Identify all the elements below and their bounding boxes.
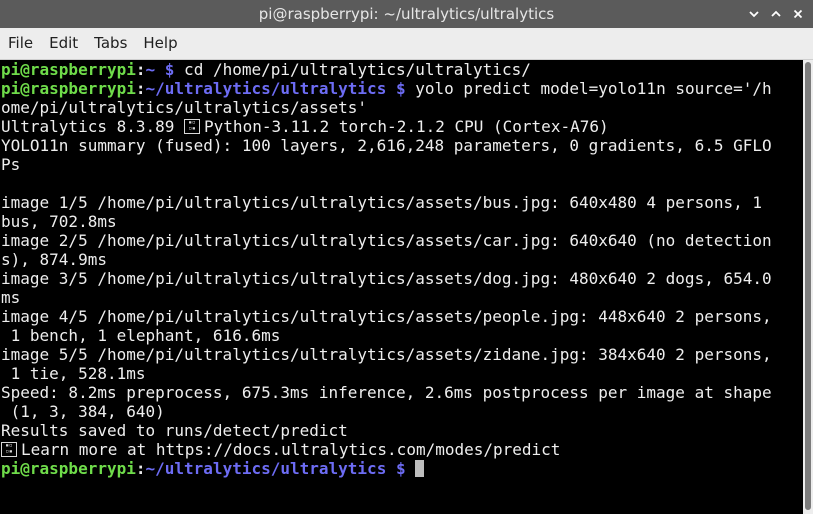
- output-line: Ultralytics 8.3.89 ▪▫ ▫▪ Python-3.11.2 tor…: [1, 117, 801, 136]
- env-text: Python-3.11.2 torch-2.1.2 CPU (Cortex-A7…: [204, 117, 609, 136]
- menu-edit[interactable]: Edit: [41, 28, 86, 59]
- prompt-dollar: $: [395, 459, 406, 478]
- chevron-up-icon: [771, 10, 781, 17]
- prompt-path: ~/ultralytics/ultralytics: [145, 459, 387, 478]
- prompt-line: pi@raspberrypi:~/ultralytics/ultralytics…: [1, 459, 801, 478]
- terminal-output[interactable]: pi@raspberrypi:~ $ cd /home/pi/ultralyti…: [0, 60, 803, 514]
- menu-bar: File Edit Tabs Help: [0, 28, 813, 60]
- window-controls: [743, 0, 809, 28]
- menu-help[interactable]: Help: [135, 28, 185, 59]
- output-line: ▪▫ ▫▪ Learn more at https://docs.ultralyti…: [1, 440, 801, 459]
- output-line: ome/pi/ultralytics/ultralytics/assets': [1, 98, 368, 117]
- vertical-scrollbar[interactable]: [803, 60, 813, 514]
- prompt-user-host: pi@raspberrypi: [1, 60, 136, 79]
- prompt-dollar: $: [164, 60, 175, 79]
- minimize-button[interactable]: [743, 0, 765, 28]
- prompt-user-host: pi@raspberrypi: [1, 459, 136, 478]
- output-line: Results saved to runs/detect/predict: [1, 421, 348, 440]
- prompt-separator: :: [135, 79, 146, 98]
- chevron-down-icon: [749, 11, 759, 18]
- prompt-line: pi@raspberrypi:~ $ cd /home/pi/ultralyti…: [1, 60, 801, 79]
- output-line: 1 tie, 528.1ms: [1, 364, 146, 383]
- maximize-button[interactable]: [765, 0, 787, 28]
- close-button[interactable]: [787, 0, 809, 28]
- output-line: image 3/5 /home/pi/ultralytics/ultralyti…: [1, 269, 772, 288]
- command-text: cd /home/pi/ultralytics/ultralytics/: [174, 60, 531, 79]
- learn-more-text: Learn more at https://docs.ultralytics.c…: [21, 440, 561, 459]
- output-line: ms: [1, 288, 21, 307]
- window-title: pi@raspberrypi: ~/ultralytics/ultralytic…: [258, 5, 555, 23]
- output-line: image 2/5 /home/pi/ultralytics/ultralyti…: [1, 231, 772, 250]
- title-bar[interactable]: pi@raspberrypi: ~/ultralytics/ultralytic…: [0, 0, 813, 28]
- output-line: image 5/5 /home/pi/ultralytics/ultralyti…: [1, 345, 772, 364]
- output-line: YOLO11n summary (fused): 100 layers, 2,6…: [1, 136, 772, 155]
- output-line: s), 874.9ms: [1, 250, 107, 269]
- close-icon: [793, 9, 803, 19]
- emoji-placeholder-icon: ▪▫ ▫▪: [184, 119, 201, 134]
- output-line: Ps: [1, 155, 21, 174]
- prompt-path: ~: [145, 60, 156, 79]
- output-line: bus, 702.8ms: [1, 212, 117, 231]
- version-text: Ultralytics 8.3.89: [1, 117, 185, 136]
- prompt-user-host: pi@raspberrypi: [1, 79, 136, 98]
- output-line: image 1/5 /home/pi/ultralytics/ultralyti…: [1, 193, 762, 212]
- menu-file[interactable]: File: [0, 28, 41, 59]
- output-line: Speed: 8.2ms preprocess, 675.3ms inferen…: [1, 383, 772, 402]
- output-line: 1 bench, 1 elephant, 616.6ms: [1, 326, 281, 345]
- text-cursor: [415, 460, 425, 477]
- output-line: (1, 3, 384, 640): [1, 402, 165, 421]
- prompt-dollar: $: [395, 79, 406, 98]
- prompt-separator: :: [135, 60, 146, 79]
- prompt-path: ~/ultralytics/ultralytics: [145, 79, 387, 98]
- output-line: image 4/5 /home/pi/ultralytics/ultralyti…: [1, 307, 772, 326]
- menu-tabs[interactable]: Tabs: [86, 28, 135, 59]
- prompt-line: pi@raspberrypi:~/ultralytics/ultralytics…: [1, 79, 801, 98]
- prompt-separator: :: [135, 459, 146, 478]
- command-text: yolo predict model=yolo11n source='/h: [405, 79, 772, 98]
- scrollbar-thumb[interactable]: [805, 62, 811, 510]
- terminal-window: pi@raspberrypi: ~/ultralytics/ultralytic…: [0, 0, 813, 514]
- emoji-placeholder-icon: ▪▫ ▫▪: [1, 442, 17, 457]
